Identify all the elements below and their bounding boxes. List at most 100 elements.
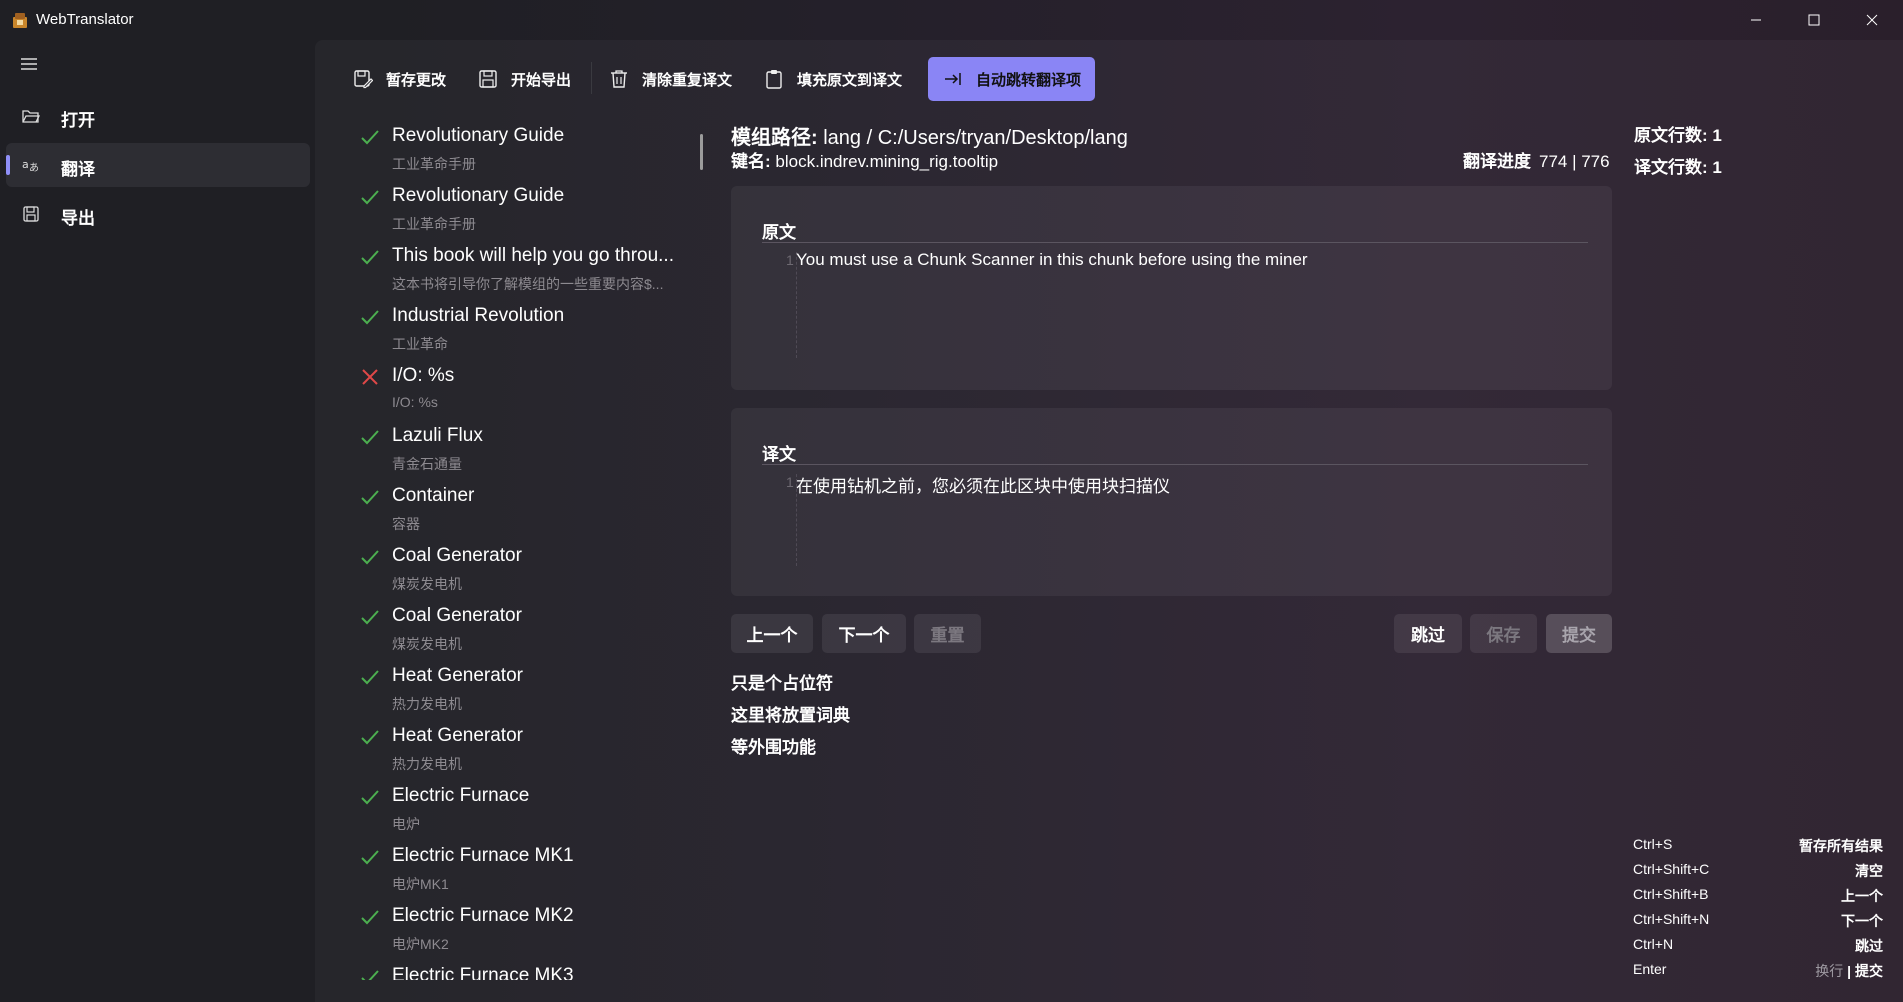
- entry-translation: 热力发电机: [392, 696, 462, 712]
- shortcut-key: Ctrl+Shift+N: [1633, 911, 1710, 927]
- entry-title: Electric Furnace MK3: [392, 965, 574, 980]
- shortcut-description: 清空: [1855, 863, 1883, 879]
- window-title: WebTranslator: [36, 11, 134, 28]
- checkmark-icon: [360, 607, 382, 629]
- progress-label: 翻译进度: [1463, 152, 1531, 171]
- list-item[interactable]: Container 容器: [350, 480, 705, 540]
- shortcut-row: Ctrl+Shift+N 下一个: [1633, 911, 1883, 933]
- list-scrollbar[interactable]: [700, 134, 703, 170]
- save-changes-button[interactable]: 暂存更改: [352, 57, 446, 101]
- fill-source-button[interactable]: 填充原文到译文: [763, 57, 902, 101]
- clear-duplicates-button[interactable]: 清除重复译文: [608, 57, 732, 101]
- maximize-button[interactable]: [1785, 0, 1843, 40]
- entry-title: Electric Furnace: [392, 785, 530, 806]
- next-button[interactable]: 下一个: [822, 614, 906, 653]
- save-button[interactable]: 保存: [1470, 614, 1537, 653]
- checkmark-icon: [360, 187, 382, 209]
- svg-text:あ: あ: [29, 162, 39, 174]
- target-text-card: 译文 1 在使用钻机之前，您必须在此区块中使用块扫描仪: [731, 408, 1612, 596]
- source-card-title: 原文: [762, 223, 796, 242]
- entry-translation: 热力发电机: [392, 756, 462, 772]
- entry-translation: 容器: [392, 516, 420, 532]
- shortcut-description: 下一个: [1841, 913, 1883, 929]
- list-item[interactable]: Lazuli Flux 青金石通量: [350, 420, 705, 480]
- target-card-title: 译文: [762, 445, 796, 464]
- entry-translation: 工业革命: [392, 336, 448, 352]
- list-item[interactable]: Electric Furnace 电炉: [350, 780, 705, 840]
- app-window: WebTranslator 打开 a あ 翻译 导出 暂存更改 开始导出 清除重…: [0, 0, 1903, 1002]
- list-item[interactable]: Revolutionary Guide 工业革命手册: [350, 180, 705, 240]
- entry-translation: 电炉: [392, 816, 420, 832]
- shortcut-separator: |: [1843, 963, 1855, 979]
- source-card-divider: [762, 242, 1588, 243]
- list-item[interactable]: This book will help you go throu... 这本书将引…: [350, 240, 705, 300]
- checkmark-icon: [360, 847, 382, 869]
- auto-jump-toggle[interactable]: 自动跳转翻译项: [928, 57, 1096, 101]
- auto-jump-label: 自动跳转翻译项: [976, 71, 1082, 89]
- selection-indicator: [6, 155, 10, 175]
- target-card-divider: [762, 464, 1588, 465]
- save-changes-label: 暂存更改: [386, 71, 447, 89]
- start-export-button[interactable]: 开始导出: [477, 57, 571, 101]
- shortcut-row: Ctrl+N 跳过: [1633, 936, 1883, 958]
- nav-item-open[interactable]: 打开: [6, 94, 310, 138]
- target-line-number: 1: [786, 474, 794, 490]
- translation-entry-list[interactable]: Revolutionary Guide 工业革命手册 Revolutionary G…: [350, 120, 705, 980]
- list-item[interactable]: Industrial Revolution 工业革命: [350, 300, 705, 360]
- translation-progress: 翻译进度 774 | 776: [1463, 147, 1610, 172]
- shortcut-key: Ctrl+Shift+C: [1633, 861, 1710, 877]
- shortcut-key: Ctrl+S: [1633, 836, 1673, 852]
- entry-title: Electric Furnace MK1: [392, 845, 574, 866]
- checkmark-icon: [360, 307, 382, 329]
- save-disk-icon: [22, 205, 40, 223]
- source-line-count: 原文行数: 1: [1634, 126, 1722, 145]
- nav-item-translate[interactable]: a あ 翻译: [6, 143, 310, 187]
- entry-title: Electric Furnace MK2: [392, 905, 574, 926]
- prev-button[interactable]: 上一个: [731, 614, 813, 653]
- placeholder-text: 只是个占位符: [731, 674, 833, 693]
- checkmark-icon: [360, 547, 382, 569]
- shortcut-description-main: 提交: [1855, 963, 1883, 979]
- start-export-label: 开始导出: [511, 71, 572, 89]
- list-item[interactable]: Electric Furnace MK3: [350, 960, 705, 980]
- entry-title: Revolutionary Guide: [392, 185, 565, 206]
- svg-text:a: a: [22, 158, 29, 171]
- checkmark-icon: [360, 427, 382, 449]
- source-text-editor[interactable]: You must use a Chunk Scanner in this chu…: [796, 250, 1308, 270]
- mod-path-label: 模组路径:: [731, 127, 818, 149]
- close-button[interactable]: [1843, 0, 1901, 40]
- shortcut-description: 换行 | 提交: [1815, 961, 1883, 981]
- entry-translation: 工业革命手册: [392, 156, 476, 172]
- list-item[interactable]: I/O: %s I/O: %s: [350, 360, 705, 420]
- entry-title: Heat Generator: [392, 665, 523, 686]
- checkmark-icon: [360, 787, 382, 809]
- shortcut-description-dim: 换行: [1815, 963, 1844, 979]
- entry-title: Lazuli Flux: [392, 425, 483, 446]
- entry-title: Industrial Revolution: [392, 305, 565, 326]
- mod-path: 模组路径: lang / C:/Users/tryan/Desktop/lang: [731, 121, 1128, 150]
- submit-button[interactable]: 提交: [1546, 614, 1612, 653]
- list-item[interactable]: Heat Generator 热力发电机: [350, 660, 705, 720]
- shortcut-row: Ctrl+Shift+C 清空: [1633, 861, 1883, 883]
- list-item[interactable]: Electric Furnace MK2 电炉MK2: [350, 900, 705, 960]
- shortcut-row: Enter 换行 | 提交: [1633, 961, 1883, 983]
- target-text-editor[interactable]: 在使用钻机之前，您必须在此区块中使用块扫描仪: [796, 472, 1170, 497]
- list-item[interactable]: Coal Generator 煤炭发电机: [350, 540, 705, 600]
- entry-title: Coal Generator: [392, 545, 522, 566]
- list-item[interactable]: Revolutionary Guide 工业革命手册: [350, 120, 705, 180]
- shortcut-description: 暂存所有结果: [1799, 838, 1883, 854]
- list-item[interactable]: Heat Generator 热力发电机: [350, 720, 705, 780]
- save-disk-icon: [477, 68, 499, 90]
- checkmark-icon: [360, 727, 382, 749]
- source-line-number: 1: [786, 252, 794, 268]
- hamburger-menu-icon[interactable]: [20, 57, 42, 75]
- nav-item-label: 导出: [61, 209, 95, 228]
- skip-button[interactable]: 跳过: [1394, 614, 1462, 653]
- list-item[interactable]: Electric Furnace MK1 电炉MK1: [350, 840, 705, 900]
- minimize-button[interactable]: [1727, 0, 1785, 40]
- nav-item-label: 翻译: [61, 160, 95, 179]
- nav-item-export[interactable]: 导出: [6, 192, 310, 236]
- list-item[interactable]: Coal Generator 煤炭发电机: [350, 600, 705, 660]
- entry-translation: 这本书将引导你了解模组的一些重要内容$...: [392, 276, 664, 292]
- reset-button[interactable]: 重置: [914, 614, 981, 653]
